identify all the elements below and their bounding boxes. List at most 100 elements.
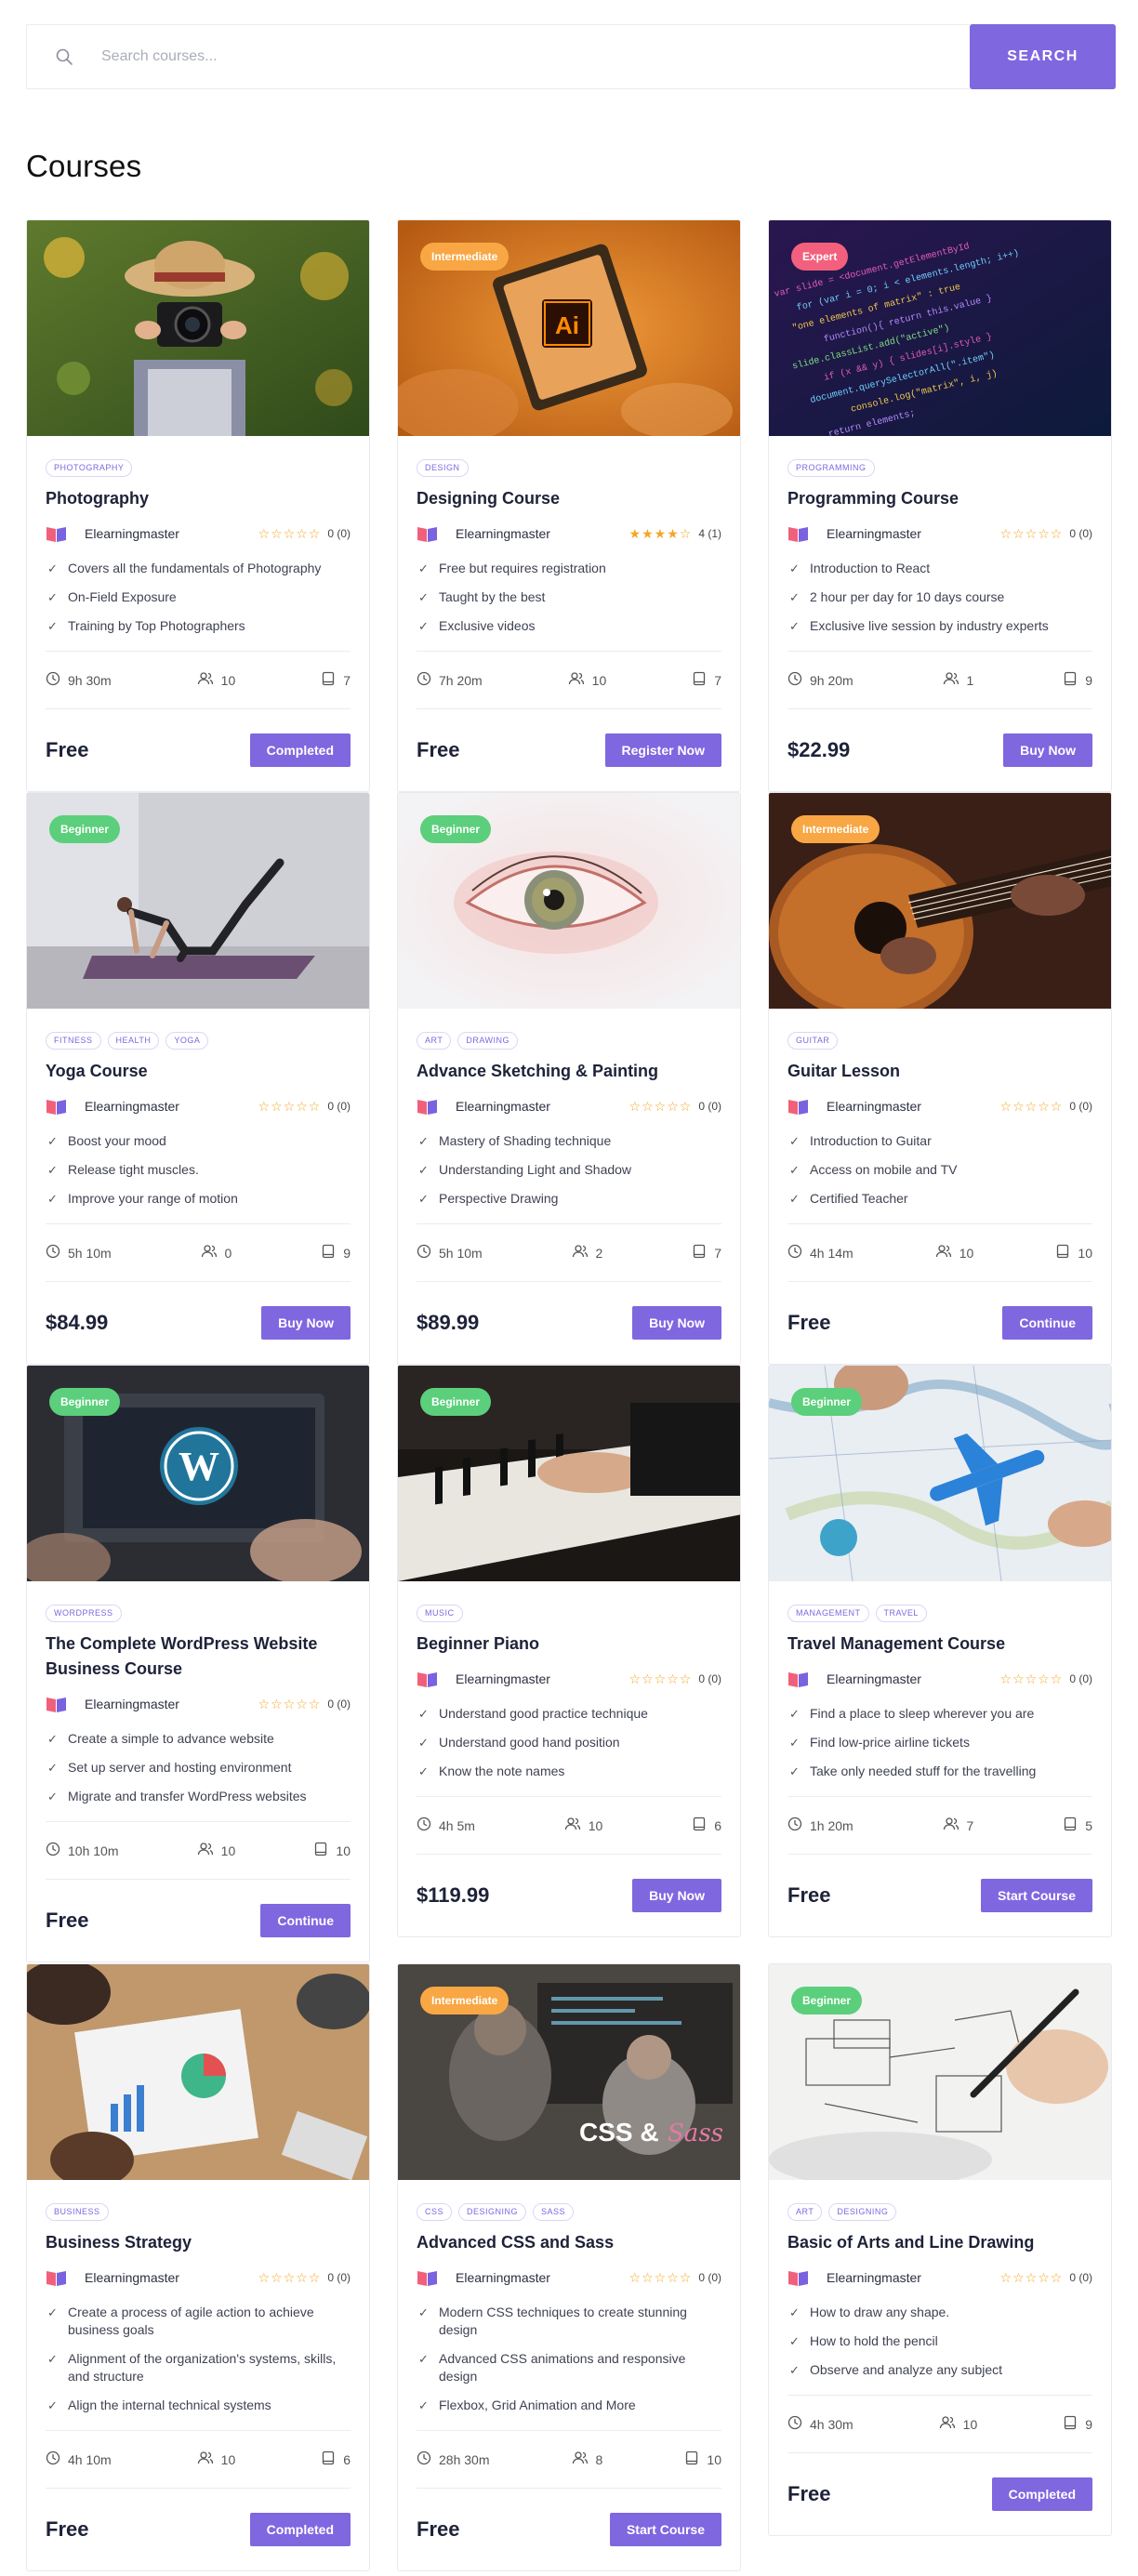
course-tag[interactable]: GUITAR xyxy=(787,1032,839,1050)
tag-list: GUITAR xyxy=(787,1032,1092,1050)
search-button[interactable]: SEARCH xyxy=(970,24,1116,89)
author-name[interactable]: Elearningmaster xyxy=(85,526,179,541)
course-tag[interactable]: TRAVEL xyxy=(875,1605,927,1622)
course-card[interactable]: Intermediate GUITAR Guitar Lesson Elearn… xyxy=(768,792,1112,1365)
author-name[interactable]: Elearningmaster xyxy=(456,1099,550,1114)
clock-icon xyxy=(46,671,60,689)
course-tag[interactable]: CSS xyxy=(417,2203,453,2221)
course-action-button[interactable]: Register Now xyxy=(604,733,721,767)
course-tag[interactable]: FITNESS xyxy=(46,1032,101,1050)
course-card[interactable]: W Beginner WORDPRESS The Complete WordPre… xyxy=(26,1365,370,1962)
course-tag[interactable]: DESIGNING xyxy=(828,2203,897,2221)
course-thumbnail[interactable]: Beginner xyxy=(398,793,740,1009)
course-tag[interactable]: DESIGN xyxy=(417,459,469,477)
course-action-button[interactable]: Start Course xyxy=(980,1879,1092,1912)
course-tag[interactable]: MANAGEMENT xyxy=(787,1605,869,1622)
course-thumbnail[interactable] xyxy=(27,1964,369,2180)
course-tag[interactable]: DESIGNING xyxy=(458,2203,527,2221)
students-icon xyxy=(564,1816,581,1834)
course-thumbnail[interactable]: CSS & Sass Intermediate xyxy=(398,1964,740,2180)
course-title[interactable]: Basic of Arts and Line Drawing xyxy=(787,2230,1092,2255)
lessons-icon xyxy=(1063,671,1078,689)
rating-count: 0 (0) xyxy=(1069,2271,1092,2284)
course-action-button[interactable]: Continue xyxy=(1002,1306,1092,1340)
author-name[interactable]: Elearningmaster xyxy=(827,1099,921,1114)
clock-icon xyxy=(46,2451,60,2468)
course-thumbnail[interactable]: Beginner xyxy=(27,793,369,1009)
course-tag[interactable]: SASS xyxy=(533,2203,575,2221)
course-action-button[interactable]: Completed xyxy=(249,733,351,767)
course-card[interactable]: PHOTOGRAPHY Photography Elearningmaster … xyxy=(26,219,370,792)
author-name[interactable]: Elearningmaster xyxy=(456,2270,550,2285)
level-badge: Intermediate xyxy=(420,243,509,271)
course-tag[interactable]: DRAWING xyxy=(457,1032,519,1050)
lessons-icon xyxy=(1055,1244,1070,1262)
author-name[interactable]: Elearningmaster xyxy=(827,526,921,541)
course-tag[interactable]: BUSINESS xyxy=(46,2203,109,2221)
feature-item: 2 hour per day for 10 days course xyxy=(787,588,1092,606)
price: $89.99 xyxy=(417,1311,480,1334)
students-icon xyxy=(935,1244,952,1262)
author-row: Elearningmaster ☆☆☆☆☆ 0 (0) xyxy=(46,1096,351,1116)
course-tag[interactable]: MUSIC xyxy=(417,1605,463,1622)
feature-item: Migrate and transfer WordPress websites xyxy=(46,1788,351,1805)
course-action-button[interactable]: Buy Now xyxy=(261,1306,351,1340)
course-title[interactable]: Advance Sketching & Painting xyxy=(417,1059,721,1084)
course-action-button[interactable]: Completed xyxy=(249,2513,351,2546)
course-title[interactable]: Photography xyxy=(46,486,351,511)
course-tag[interactable]: WORDPRESS xyxy=(46,1605,122,1622)
course-tag[interactable]: PROGRAMMING xyxy=(787,459,875,477)
course-thumbnail[interactable]: Beginner xyxy=(769,1366,1111,1581)
course-action-button[interactable]: Buy Now xyxy=(632,1879,721,1912)
course-tag[interactable]: ART xyxy=(787,2203,823,2221)
course-card[interactable]: CSS & Sass Intermediate CSS DESIGNING SASS A… xyxy=(397,1963,741,2571)
course-tag[interactable]: YOGA xyxy=(165,1032,209,1050)
course-card[interactable]: Beginner ART DRAWING Advance Sketching & … xyxy=(397,792,741,1365)
course-tag[interactable]: PHOTOGRAPHY xyxy=(46,459,133,477)
course-card[interactable]: Ai Intermediate DESIGN Designing Course E… xyxy=(397,219,741,792)
student-count: 10 xyxy=(588,1817,603,1833)
course-thumbnail[interactable]: Ai Intermediate xyxy=(398,220,740,436)
search-input[interactable] xyxy=(101,25,970,88)
course-card[interactable]: Beginner ART DESIGNING Basic of Arts and … xyxy=(768,1963,1112,2536)
course-thumbnail[interactable]: Beginner xyxy=(769,1964,1111,2180)
course-thumbnail[interactable]: Beginner xyxy=(398,1366,740,1581)
course-card[interactable]: Beginner MANAGEMENT TRAVEL Travel Managem… xyxy=(768,1365,1112,1937)
course-card[interactable]: Beginner FITNESS HEALTH YOGA Yoga Course E… xyxy=(26,792,370,1365)
course-action-button[interactable]: Start Course xyxy=(609,2513,721,2546)
author-name[interactable]: Elearningmaster xyxy=(85,1697,179,1711)
course-thumbnail[interactable]: Intermediate xyxy=(769,793,1111,1009)
course-action-button[interactable]: Continue xyxy=(260,1904,351,1937)
course-thumbnail[interactable]: W Beginner xyxy=(27,1366,369,1581)
author-name[interactable]: Elearningmaster xyxy=(827,2270,921,2285)
course-meta: 4h 30m 10 9 xyxy=(787,2396,1092,2452)
author-name[interactable]: Elearningmaster xyxy=(827,1671,921,1686)
feature-item: Mastery of Shading technique xyxy=(417,1132,721,1150)
author-name[interactable]: Elearningmaster xyxy=(456,526,550,541)
course-action-button[interactable]: Buy Now xyxy=(632,1306,721,1340)
course-title[interactable]: The Complete WordPress Website Business … xyxy=(46,1631,351,1682)
course-card[interactable]: var slide = <document.getElementById for … xyxy=(768,219,1112,792)
author-name[interactable]: Elearningmaster xyxy=(456,1671,550,1686)
course-title[interactable]: Programming Course xyxy=(787,486,1092,511)
author-name[interactable]: Elearningmaster xyxy=(85,1099,179,1114)
course-title[interactable]: Business Strategy xyxy=(46,2230,351,2255)
feature-list: Free but requires registration Taught by … xyxy=(417,560,721,652)
course-title[interactable]: Beginner Piano xyxy=(417,1631,721,1657)
course-title[interactable]: Travel Management Course xyxy=(787,1631,1092,1657)
course-card[interactable]: Beginner MUSIC Beginner Piano Elearningm… xyxy=(397,1365,741,1937)
course-title[interactable]: Guitar Lesson xyxy=(787,1059,1092,1084)
course-thumbnail[interactable] xyxy=(27,220,369,436)
rating-count: 0 (0) xyxy=(327,1698,351,1711)
course-card[interactable]: BUSINESS Business Strategy Elearningmast… xyxy=(26,1963,370,2571)
course-action-button[interactable]: Completed xyxy=(991,2477,1092,2511)
course-action-button[interactable]: Buy Now xyxy=(1003,733,1092,767)
feature-item: Exclusive videos xyxy=(417,617,721,635)
author-name[interactable]: Elearningmaster xyxy=(85,2270,179,2285)
course-thumbnail[interactable]: var slide = <document.getElementById for … xyxy=(769,220,1111,436)
course-title[interactable]: Advanced CSS and Sass xyxy=(417,2230,721,2255)
course-title[interactable]: Yoga Course xyxy=(46,1059,351,1084)
course-tag[interactable]: HEALTH xyxy=(107,1032,160,1050)
course-title[interactable]: Designing Course xyxy=(417,486,721,511)
course-tag[interactable]: ART xyxy=(417,1032,452,1050)
